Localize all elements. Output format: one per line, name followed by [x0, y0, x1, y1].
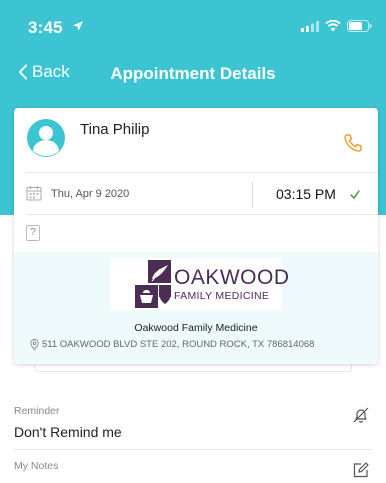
location-pin-icon: [30, 339, 39, 350]
edit-note-icon[interactable]: [352, 461, 370, 479]
reminder-section[interactable]: Reminder Don't Remind me: [0, 400, 386, 450]
battery-icon: [347, 20, 372, 32]
page-title: Appointment Details: [110, 64, 276, 83]
patient-row: Tina Philip: [14, 108, 378, 172]
clinic-name: Oakwood Family Medicine: [134, 322, 258, 334]
avatar-icon: [27, 119, 65, 157]
wifi-icon: [325, 20, 341, 32]
status-bar: 3:45: [0, 0, 386, 58]
notes-section[interactable]: My Notes: [0, 455, 386, 483]
appointment-time: 03:15 PM: [276, 186, 336, 202]
appointment-date: Thu, Apr 9 2020: [51, 188, 130, 200]
patient-name: Tina Philip: [80, 121, 150, 138]
calendar-icon: [26, 186, 42, 201]
check-icon: [350, 190, 360, 199]
reminder-bell-icon[interactable]: [352, 406, 370, 424]
clinic-address-text: 511 OAKWOOD BLVD STE 202, ROUND ROCK, TX…: [42, 339, 315, 350]
card-divider: [26, 214, 378, 215]
clinic-logo: OAKWOOD FAMILY MEDICINE: [110, 258, 289, 310]
section-divider: [14, 449, 372, 450]
reminder-label: Reminder: [14, 405, 60, 417]
appointment-card: Tina Philip Thu, Apr 9 2020 03:15 PM ? O…: [14, 108, 378, 364]
status-time: 3:45: [28, 18, 63, 37]
reminder-value: Don't Remind me: [14, 424, 122, 440]
logo-word-oakwood: OAKWOOD: [174, 266, 290, 289]
oakwood-logo-mark: [134, 259, 172, 309]
phone-icon[interactable]: [342, 132, 364, 154]
location-arrow-icon: [73, 21, 83, 31]
signal-icon: [301, 20, 319, 32]
navigation-bar: Back Appointment Details: [0, 58, 386, 94]
question-icon[interactable]: ?: [26, 225, 40, 241]
date-time-separator: [252, 182, 253, 208]
notes-label: My Notes: [14, 460, 59, 472]
status-icons: [301, 20, 372, 32]
clinic-info: OAKWOOD FAMILY MEDICINE Oakwood Family M…: [14, 252, 378, 364]
date-time-row: Thu, Apr 9 2020 03:15 PM: [14, 176, 378, 214]
logo-word-family-medicine: FAMILY MEDICINE: [174, 290, 270, 302]
card-divider: [26, 172, 378, 173]
clinic-address: 511 OAKWOOD BLVD STE 202, ROUND ROCK, TX…: [30, 339, 314, 350]
